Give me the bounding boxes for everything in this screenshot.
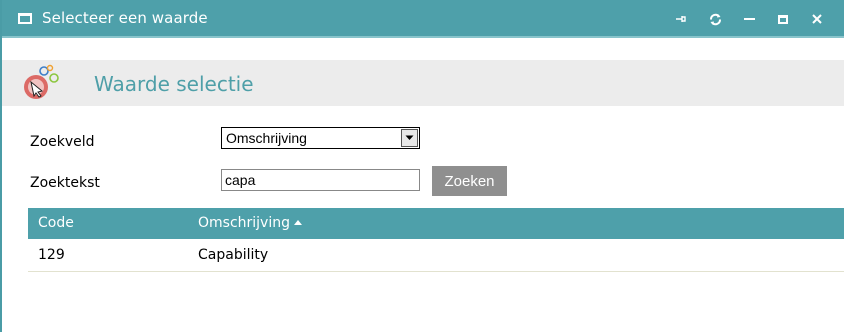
minimize-icon[interactable] [732, 0, 766, 38]
cell-code: 129 [38, 247, 65, 263]
refresh-icon[interactable] [698, 0, 732, 38]
search-text-input[interactable]: capa [221, 169, 420, 191]
column-header-label: Omschrijving [198, 215, 290, 231]
cell-omschrijving: Capability [198, 247, 269, 263]
search-text-label: Zoektekst [30, 175, 100, 191]
search-button[interactable]: Zoeken [432, 166, 507, 196]
results-table: Code Omschrijving 129 Capability [28, 208, 844, 272]
window-controls [664, 0, 834, 38]
sort-ascending-icon [294, 219, 302, 225]
search-field-label: Zoekveld [30, 134, 95, 150]
pin-icon[interactable] [664, 0, 698, 38]
maximize-icon[interactable] [766, 0, 800, 38]
column-header-omschrijving[interactable]: Omschrijving [198, 215, 302, 231]
window-icon [18, 12, 32, 24]
search-field-value: Omschrijving [226, 130, 307, 146]
title-bar[interactable]: Selecteer een waarde [2, 0, 844, 38]
table-header: Code Omschrijving [28, 208, 844, 239]
column-header-code[interactable]: Code [38, 215, 74, 231]
close-icon[interactable] [800, 0, 834, 38]
search-field-select[interactable]: Omschrijving [221, 127, 420, 149]
table-row[interactable]: 129 Capability [28, 239, 844, 272]
selection-logo-icon [22, 60, 66, 104]
dialog-window: Selecteer een waarde Waarde selectie Zoe… [0, 0, 844, 332]
chevron-down-icon[interactable] [401, 129, 418, 147]
page-title: Waarde selectie [94, 72, 254, 96]
window-title: Selecteer een waarde [42, 9, 208, 27]
